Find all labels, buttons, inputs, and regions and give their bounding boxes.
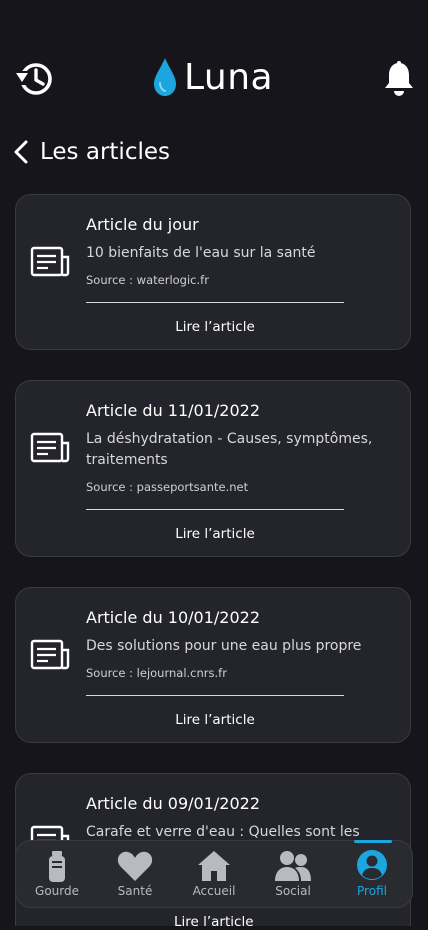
article-source: Source : passeportsante.net [86,480,249,494]
app-logo: Luna [152,52,273,102]
article-title: Article du 11/01/2022 [86,401,261,420]
article-source: Source : lejournal.cnrs.fr [86,666,227,680]
nav-label: Accueil [192,884,236,898]
article-title: Article du jour [86,215,199,234]
page-header: Les articles [10,134,170,170]
divider [86,509,344,510]
article-title: Article du 10/01/2022 [86,608,261,627]
article-description: Des solutions pour une eau plus propre [86,638,362,654]
nav-item-gourde[interactable]: Gourde [18,841,96,909]
article-description: La déshydratation - Causes, symptômes, t… [86,431,373,468]
back-button[interactable] [10,137,32,167]
read-article-link[interactable]: Lire l’article [86,712,344,728]
top-bar: Luna [0,0,428,130]
read-article-link[interactable]: Lire l’article [86,319,344,335]
article-icon [30,432,70,463]
article-card: Article du 10/01/2022 Des solutions pour… [15,587,411,743]
article-description: 10 bienfaits de l'eau sur la santé [86,245,316,261]
profile-icon [357,850,387,880]
bottle-icon [49,851,65,882]
nav-item-sante[interactable]: Santé [96,841,174,909]
nav-item-social[interactable]: Social [254,841,332,909]
water-drop-icon [154,58,176,96]
bottom-nav: Gourde Santé Accueil Social Profil [15,840,413,908]
nav-label: Social [275,884,311,898]
article-source: Source : waterlogic.fr [86,273,209,287]
divider [86,302,344,303]
nav-item-profil[interactable]: Profil [333,841,411,909]
read-article-link[interactable]: Lire l’article [174,914,254,930]
article-icon [30,639,70,670]
home-icon [198,851,230,881]
article-icon [30,246,70,277]
app-name: Luna [184,56,274,98]
users-icon [275,851,311,881]
nav-label: Profil [357,884,387,898]
chevron-left-icon [14,140,28,164]
heart-icon [117,851,153,881]
nav-item-accueil[interactable]: Accueil [175,841,253,909]
history-button[interactable] [14,58,56,100]
divider [86,695,344,696]
article-card: Article du 11/01/2022 La déshydratation … [15,380,411,557]
bell-icon [385,61,413,96]
notifications-button[interactable] [382,60,416,98]
article-title: Article du 09/01/2022 [86,794,261,813]
read-article-link[interactable]: Lire l’article [86,526,344,542]
article-card: Article du jour 10 bienfaits de l'eau su… [15,194,411,350]
nav-label: Gourde [35,884,79,898]
history-icon [16,63,52,95]
nav-label: Santé [117,884,153,898]
page-title: Les articles [40,139,170,165]
